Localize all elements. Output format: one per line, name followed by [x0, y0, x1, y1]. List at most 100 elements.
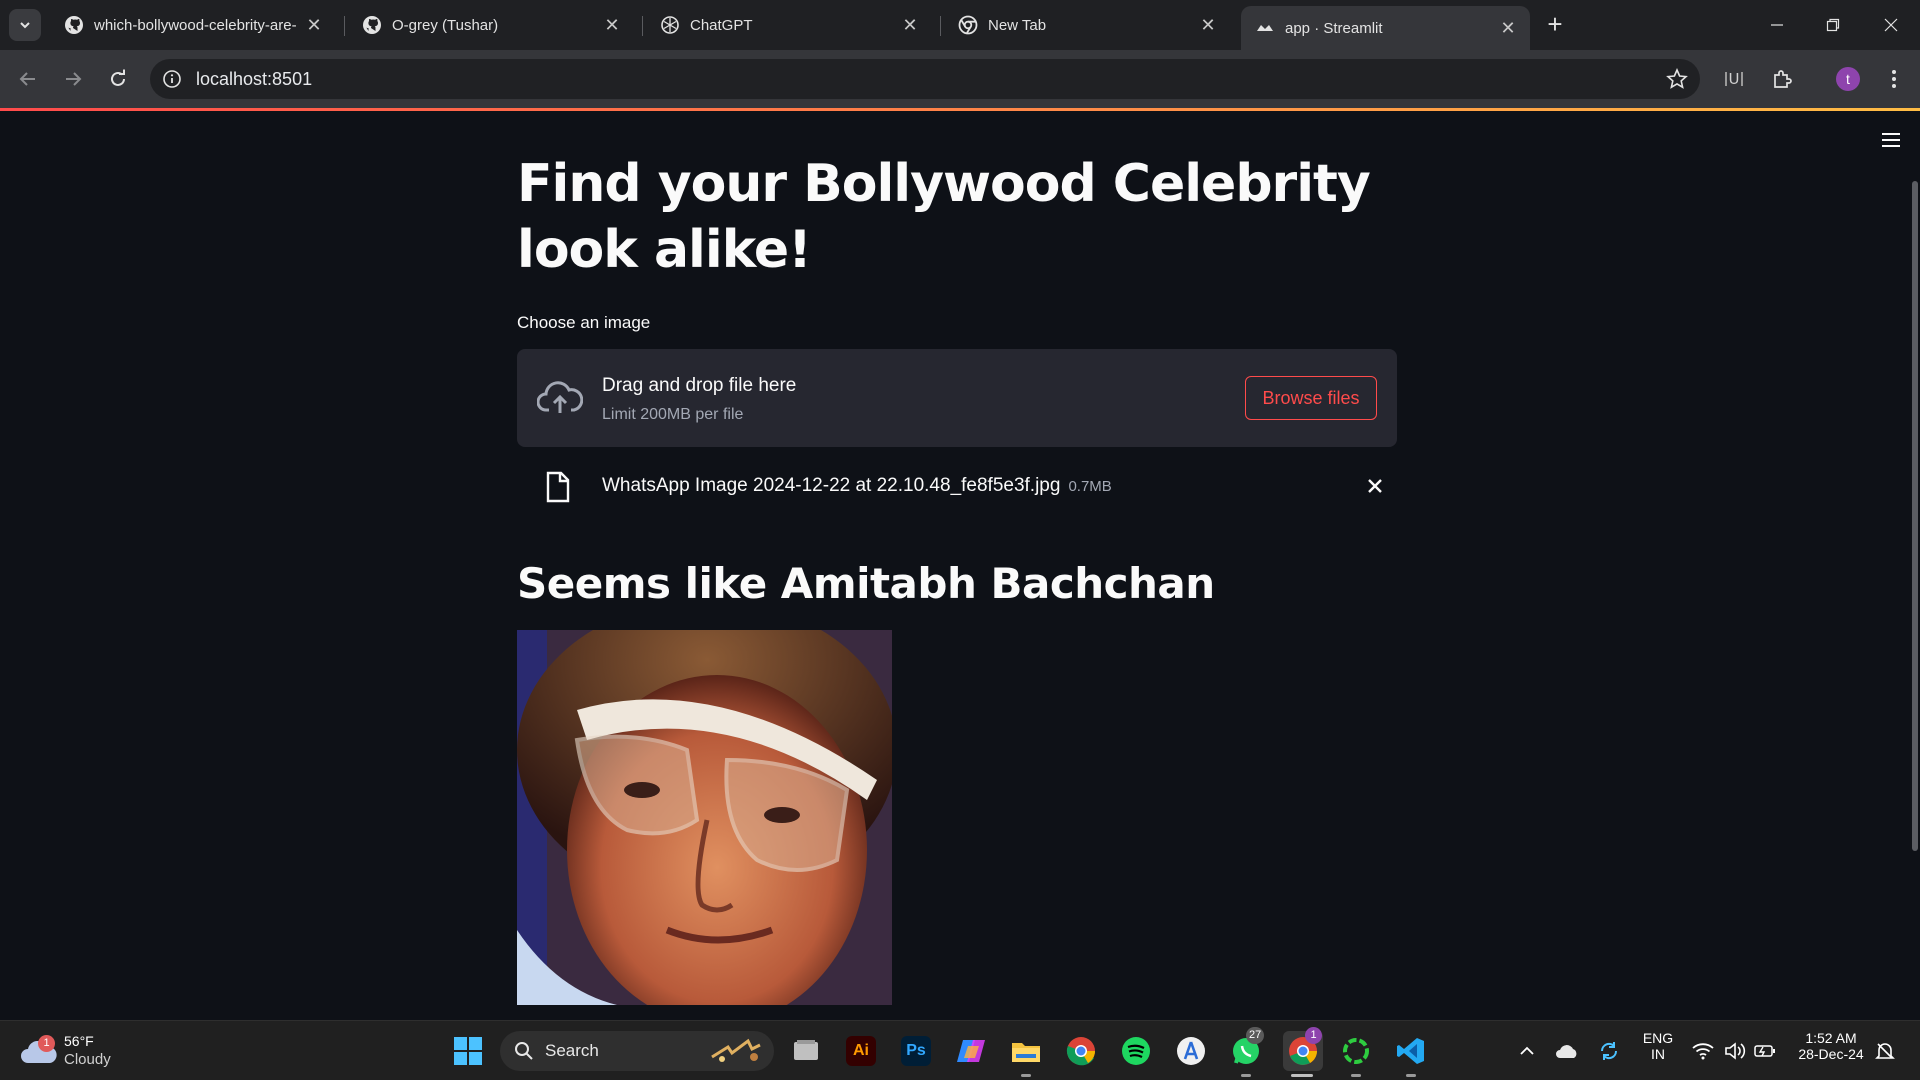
- bookmark-star-icon[interactable]: [1666, 68, 1688, 90]
- close-tab-icon[interactable]: ✕: [602, 15, 622, 35]
- photoshop-icon[interactable]: Ps: [898, 1033, 934, 1069]
- chatgpt-icon: [660, 15, 680, 35]
- streamlit-app: Find your Bollywood Celebrity look alike…: [0, 111, 1920, 1020]
- chrome-icon: [958, 15, 978, 35]
- sync-icon[interactable]: [1594, 1033, 1624, 1069]
- clock-date: 28-Dec-24: [1798, 1046, 1864, 1062]
- language-indicator[interactable]: ENG IN: [1640, 1030, 1676, 1062]
- reload-icon: [111, 69, 125, 86]
- file-dropzone[interactable]: Drag and drop file here Limit 200MB per …: [517, 349, 1397, 447]
- url-text[interactable]: localhost:8501: [196, 69, 312, 90]
- celebrity-result-image: [517, 630, 892, 1005]
- cloud-upload-icon: [537, 381, 583, 413]
- dropzone-limit: Limit 200MB per file: [602, 406, 744, 423]
- illustrator-icon[interactable]: Ai: [843, 1033, 879, 1069]
- chrome-icon[interactable]: [1063, 1033, 1099, 1069]
- weather-condition: Cloudy: [64, 1051, 111, 1068]
- taskbar-search[interactable]: Search: [500, 1031, 774, 1071]
- tab-separator: [642, 16, 643, 36]
- app-store-icon[interactable]: [1173, 1033, 1209, 1069]
- weather-badge: 1: [38, 1035, 55, 1052]
- running-indicator: [1241, 1074, 1251, 1077]
- show-hidden-icons-button[interactable]: [1512, 1033, 1542, 1069]
- uploaded-file-row: WhatsApp Image 2024-12-22 at 22.10.48_fe…: [517, 447, 1397, 523]
- tab-title: which-bollywood-celebrity-are-: [94, 16, 297, 34]
- file-explorer-icon[interactable]: [1008, 1033, 1044, 1069]
- spotify-icon[interactable]: [1118, 1033, 1154, 1069]
- portrait-illustration: [517, 630, 892, 1005]
- arrow-right-icon: [66, 72, 82, 86]
- browser-menu-button[interactable]: [1880, 65, 1908, 93]
- streamlit-icon: [1255, 18, 1275, 38]
- running-indicator-active: [1291, 1074, 1313, 1077]
- chevron-down-icon: [20, 22, 30, 29]
- battery-icon[interactable]: [1750, 1033, 1780, 1069]
- tab-streamlit-active[interactable]: app · Streamlit ✕: [1241, 6, 1530, 50]
- file-manager-icon[interactable]: [788, 1033, 824, 1069]
- close-tab-icon[interactable]: ✕: [304, 15, 324, 35]
- puzzle-icon: [1774, 70, 1792, 88]
- weather-temp: 56°F: [64, 1033, 94, 1049]
- running-indicator: [1351, 1074, 1361, 1077]
- search-placeholder: Search: [545, 1041, 599, 1060]
- weather-widget[interactable]: 1 56°F Cloudy: [20, 1029, 140, 1073]
- tab-chatgpt[interactable]: ChatGPT ✕: [646, 6, 932, 44]
- tab-github-profile[interactable]: O-grey (Tushar) ✕: [348, 6, 634, 44]
- extension-u-button[interactable]: U: [1720, 65, 1748, 93]
- new-tab-button[interactable]: +: [1540, 11, 1570, 38]
- photoshop-label: Ps: [901, 1036, 931, 1066]
- minimize-icon: [1771, 24, 1783, 26]
- tab-separator: [940, 16, 941, 36]
- start-button[interactable]: [450, 1033, 486, 1069]
- reload-button[interactable]: [102, 63, 134, 95]
- tab-search-button[interactable]: [9, 9, 41, 41]
- notifications-icon[interactable]: [1870, 1033, 1900, 1069]
- github-icon: [362, 15, 382, 35]
- file-icon: [546, 471, 570, 503]
- file-size: 0.7MB: [1068, 478, 1112, 495]
- close-tab-icon[interactable]: ✕: [900, 15, 920, 35]
- illustrator-label: Ai: [846, 1036, 876, 1066]
- loader-app-icon[interactable]: [1338, 1033, 1374, 1069]
- copilot-icon[interactable]: [953, 1033, 989, 1069]
- wifi-icon[interactable]: [1688, 1033, 1718, 1069]
- hamburger-menu-icon[interactable]: [1880, 131, 1902, 149]
- vscode-icon[interactable]: [1393, 1033, 1429, 1069]
- restore-button[interactable]: [1810, 10, 1856, 40]
- page-scrollbar[interactable]: [1912, 181, 1918, 851]
- profile-button[interactable]: t: [1834, 65, 1862, 93]
- site-info-icon[interactable]: [162, 69, 182, 89]
- remove-file-icon[interactable]: [1362, 473, 1388, 499]
- dropzone-title: Drag and drop file here: [602, 375, 797, 396]
- windows-logo-icon: [454, 1037, 482, 1065]
- browser-tab-bar: which-bollywood-celebrity-are- ✕ O-grey …: [0, 0, 1920, 50]
- avatar: t: [1836, 67, 1860, 91]
- arrow-left-icon: [19, 72, 35, 86]
- tab-github-repo[interactable]: which-bollywood-celebrity-are- ✕: [50, 6, 336, 44]
- forward-button[interactable]: [57, 63, 89, 95]
- close-window-button[interactable]: [1868, 10, 1914, 40]
- search-highlight-icon: [711, 1038, 761, 1062]
- tab-title: app · Streamlit: [1285, 19, 1383, 37]
- close-tab-icon[interactable]: ✕: [1198, 15, 1218, 35]
- extensions-button[interactable]: [1768, 65, 1796, 93]
- close-tab-icon[interactable]: ✕: [1498, 18, 1518, 38]
- browser-toolbar: localhost:8501 U t: [0, 50, 1920, 108]
- clock[interactable]: 1:52 AM 28-Dec-24: [1786, 1030, 1876, 1062]
- chrome-profile-icon[interactable]: 1: [1283, 1027, 1323, 1071]
- volume-icon[interactable]: [1720, 1033, 1750, 1069]
- tab-title: ChatGPT: [690, 16, 753, 34]
- extension-u-icon: U: [1724, 72, 1744, 87]
- back-button[interactable]: [12, 63, 44, 95]
- onedrive-icon[interactable]: [1552, 1033, 1582, 1069]
- result-heading: Seems like Amitabh Bachchan: [517, 559, 1215, 608]
- chevron-up-icon: [1520, 1046, 1534, 1055]
- page-title: Find your Bollywood Celebrity look alike…: [517, 154, 1371, 280]
- browse-files-button[interactable]: Browse files: [1245, 376, 1377, 420]
- tab-new-tab[interactable]: New Tab ✕: [944, 6, 1230, 44]
- minimize-button[interactable]: [1754, 10, 1800, 40]
- whatsapp-icon[interactable]: 27: [1228, 1027, 1265, 1069]
- uploaded-file-name: WhatsApp Image 2024-12-22 at 22.10.48_fe…: [602, 475, 1112, 497]
- github-icon: [64, 15, 84, 35]
- address-bar[interactable]: localhost:8501: [150, 59, 1700, 99]
